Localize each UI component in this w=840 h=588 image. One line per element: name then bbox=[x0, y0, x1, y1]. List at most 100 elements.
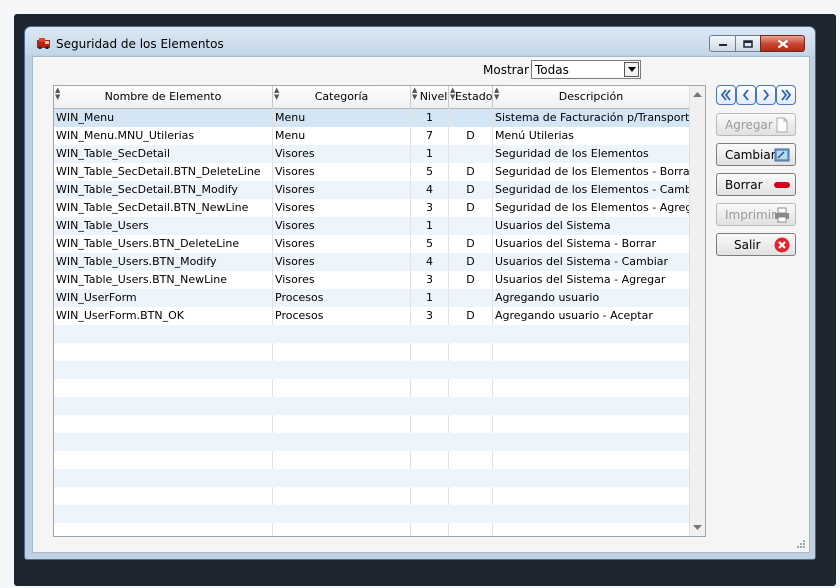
column-header-description[interactable]: ▲ ▼ Descripción bbox=[493, 86, 690, 108]
add-button[interactable]: Agregar bbox=[716, 113, 796, 136]
close-button[interactable] bbox=[760, 35, 805, 52]
table-row[interactable]: WIN_Table_SecDetail.BTN_NewLine Visores 3 D… bbox=[54, 199, 690, 217]
empty-row bbox=[54, 505, 690, 523]
double-chevron-left-icon bbox=[720, 89, 731, 101]
cell-name: WIN_Table_SecDetail bbox=[54, 145, 273, 163]
table-row[interactable]: WIN_Table_SecDetail Visores 1 Seguridad de … bbox=[54, 145, 690, 163]
cell-level: 3 bbox=[411, 199, 449, 217]
filter-selected-value: Todas bbox=[535, 63, 569, 77]
cell-category: Menu bbox=[273, 127, 411, 145]
last-record-button[interactable] bbox=[776, 85, 796, 105]
exit-button[interactable]: Salir bbox=[716, 233, 796, 256]
table-row[interactable]: WIN_Table_SecDetail.BTN_Modify Visores 4 D S… bbox=[54, 181, 690, 199]
first-record-button[interactable] bbox=[716, 85, 736, 105]
cell-description: Usuarios del Sistema bbox=[493, 217, 690, 235]
close-circle-icon bbox=[774, 237, 790, 253]
cell-name: WIN_Table_Users bbox=[54, 217, 273, 235]
cell-description: Usuarios del Sistema - Borrar bbox=[493, 235, 690, 253]
cell-name: WIN_Table_Users.BTN_Modify bbox=[54, 253, 273, 271]
table-row[interactable]: WIN_Menu.MNU_Utilerias Menu 7 D Menú Utileri… bbox=[54, 127, 690, 145]
next-record-button[interactable] bbox=[756, 85, 776, 105]
scroll-down-icon[interactable] bbox=[693, 525, 702, 530]
cell-category: Menu bbox=[273, 109, 411, 127]
cell-category: Procesos bbox=[273, 289, 411, 307]
cell-description: Usuarios del Sistema - Agregar bbox=[493, 271, 690, 289]
cell-level: 1 bbox=[411, 217, 449, 235]
cell-description: Seguridad de los Elementos - Borrar bbox=[493, 163, 690, 181]
column-header-status[interactable]: ▲ ▼ Estado bbox=[449, 86, 493, 108]
cell-status: D bbox=[449, 271, 493, 289]
cell-category: Visores bbox=[273, 199, 411, 217]
cell-level: 7 bbox=[411, 127, 449, 145]
maximize-button[interactable] bbox=[735, 35, 761, 52]
chevron-right-icon bbox=[763, 89, 770, 101]
sort-icon: ▲ ▼ bbox=[450, 86, 456, 101]
empty-row bbox=[54, 379, 690, 397]
resize-grip-icon[interactable] bbox=[796, 539, 806, 549]
empty-row bbox=[54, 325, 690, 343]
cell-level: 5 bbox=[411, 163, 449, 181]
table-row[interactable]: WIN_Table_SecDetail.BTN_DeleteLine Visore… bbox=[54, 163, 690, 181]
close-icon bbox=[777, 39, 788, 48]
cell-name: WIN_Table_SecDetail.BTN_DeleteLine bbox=[54, 163, 273, 181]
cell-level: 3 bbox=[411, 307, 449, 325]
column-header-name[interactable]: ▲ ▼ Nombre de Elemento bbox=[54, 86, 273, 108]
new-document-icon bbox=[776, 117, 788, 133]
minimize-button[interactable] bbox=[709, 35, 736, 52]
filter-label: Mostrar bbox=[483, 63, 529, 77]
cell-category: Visores bbox=[273, 181, 411, 199]
delete-button[interactable]: Borrar bbox=[716, 173, 796, 196]
minimize-icon bbox=[718, 43, 727, 46]
printer-icon bbox=[775, 207, 789, 223]
empty-row bbox=[54, 397, 690, 415]
table-row[interactable]: WIN_UserForm.BTN_OK Procesos 3 D Agregando u… bbox=[54, 307, 690, 325]
chevron-left-icon bbox=[742, 89, 749, 101]
empty-row bbox=[54, 433, 690, 451]
edit-icon bbox=[774, 148, 790, 162]
title-bar[interactable]: Seguridad de los Elementos bbox=[25, 27, 815, 55]
column-header-category[interactable]: ▲ ▼ Categoría bbox=[273, 86, 411, 108]
cell-description: Menú Utilerias bbox=[493, 127, 690, 145]
cell-status: D bbox=[449, 181, 493, 199]
table-row[interactable]: WIN_Table_Users.BTN_DeleteLine Visores 5 D U… bbox=[54, 235, 690, 253]
cell-category: Procesos bbox=[273, 307, 411, 325]
table-row[interactable]: WIN_Menu Menu 1 Sistema de Facturación p/Tr… bbox=[54, 109, 690, 127]
cell-status: D bbox=[449, 307, 493, 325]
sort-icon: ▲ ▼ bbox=[55, 86, 61, 101]
minus-icon bbox=[774, 182, 790, 188]
cell-level: 4 bbox=[411, 253, 449, 271]
empty-row bbox=[54, 343, 690, 361]
column-header-level[interactable]: ▲ ▼ Nivel bbox=[411, 86, 449, 108]
double-chevron-right-icon bbox=[781, 89, 792, 101]
cell-level: 1 bbox=[411, 145, 449, 163]
cell-category: Visores bbox=[273, 163, 411, 181]
cell-status bbox=[449, 289, 493, 307]
table-row[interactable]: WIN_Table_Users.BTN_Modify Visores 4 D Usuar… bbox=[54, 253, 690, 271]
cell-description: Seguridad de los Elementos - Cambiar bbox=[493, 181, 690, 199]
table-row[interactable]: WIN_Table_Users.BTN_NewLine Visores 3 D Usua… bbox=[54, 271, 690, 289]
empty-row bbox=[54, 361, 690, 379]
table-row[interactable]: WIN_UserForm Procesos 1 Agregando usuario bbox=[54, 289, 690, 307]
cell-status bbox=[449, 109, 493, 127]
record-navigation bbox=[716, 85, 796, 105]
scroll-up-icon[interactable] bbox=[693, 92, 702, 97]
cell-name: WIN_UserForm bbox=[54, 289, 273, 307]
filter-dropdown-button[interactable] bbox=[624, 62, 639, 77]
cell-description: Seguridad de los Elementos - Agregar bbox=[493, 199, 690, 217]
filter-select[interactable]: Todas bbox=[531, 60, 641, 79]
cell-status: D bbox=[449, 127, 493, 145]
chevron-down-icon bbox=[628, 67, 636, 72]
grid-body: WIN_Menu Menu 1 Sistema de Facturación p/Tr… bbox=[54, 109, 690, 536]
cell-category: Visores bbox=[273, 145, 411, 163]
table-row[interactable]: WIN_Table_Users Visores 1 Usuarios del Sist… bbox=[54, 217, 690, 235]
vertical-scrollbar[interactable] bbox=[689, 86, 705, 536]
print-button[interactable]: Imprimir bbox=[716, 203, 796, 226]
cell-description: Agregando usuario bbox=[493, 289, 690, 307]
modify-button[interactable]: Cambiar bbox=[716, 143, 796, 166]
sort-icon: ▲ ▼ bbox=[494, 86, 500, 101]
previous-record-button[interactable] bbox=[736, 85, 756, 105]
empty-row bbox=[54, 487, 690, 505]
cell-category: Visores bbox=[273, 235, 411, 253]
cell-level: 3 bbox=[411, 271, 449, 289]
elements-grid[interactable]: ▲ ▼ Nombre de Elemento ▲ ▼ Categoría ▲ ▼ Nivel… bbox=[53, 85, 706, 537]
